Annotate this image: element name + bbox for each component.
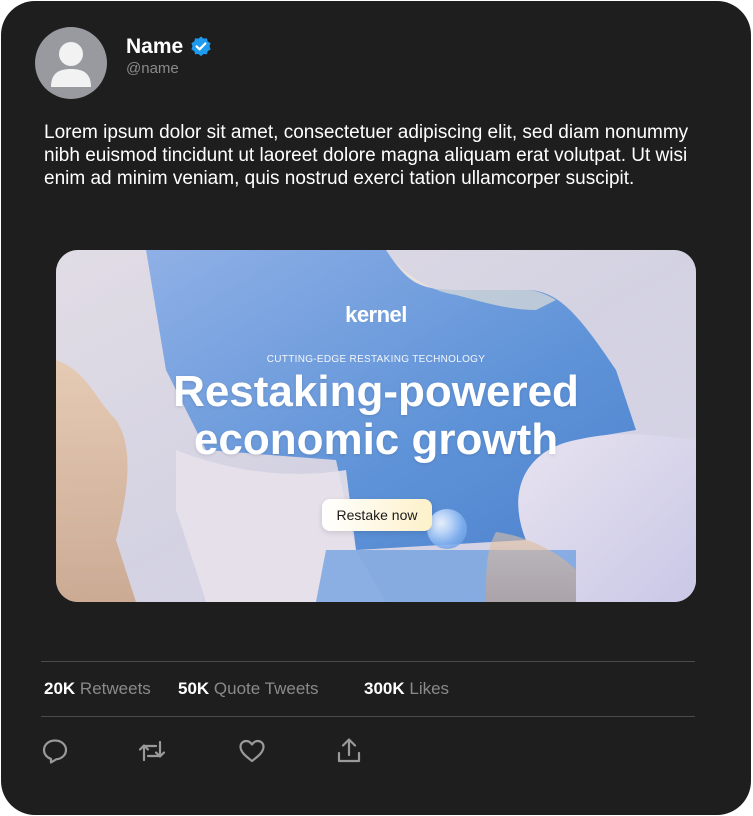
- quote-tweets-stat[interactable]: 50K Quote Tweets: [178, 679, 319, 699]
- share-icon: [337, 738, 361, 763]
- retweet-icon: [138, 740, 166, 762]
- likes-count: 300K: [364, 679, 405, 698]
- tweet-text: Lorem ipsum dolor sit amet, consectetuer…: [44, 122, 689, 189]
- like-button[interactable]: [237, 736, 267, 766]
- share-button[interactable]: [334, 736, 364, 766]
- avatar[interactable]: [35, 27, 107, 99]
- quote-tweets-count: 50K: [178, 679, 210, 698]
- reply-button[interactable]: [40, 736, 70, 766]
- tweet-media-ad[interactable]: kernel CUTTING-EDGE RESTAKING TECHNOLOGY…: [56, 250, 696, 602]
- ad-headline-line-2: economic growth: [193, 415, 559, 464]
- divider-bottom: [41, 716, 695, 717]
- user-silhouette-icon: [51, 42, 91, 87]
- author-name-row: Name: [126, 35, 213, 59]
- ad-headline-line-1: Restaking-powered: [173, 367, 579, 416]
- restake-now-button[interactable]: Restake now: [322, 499, 432, 531]
- kernel-logo: kernel: [345, 302, 407, 327]
- ad-kicker: CUTTING-EDGE RESTAKING TECHNOLOGY: [266, 354, 486, 365]
- quote-tweets-label: Quote Tweets: [213, 679, 319, 698]
- verified-badge-icon: [191, 36, 211, 57]
- retweets-stat[interactable]: 20K Retweets: [44, 679, 151, 699]
- author-handle[interactable]: @name: [126, 60, 179, 77]
- ad-headline: Restaking-powered economic growth: [56, 368, 696, 464]
- like-icon: [239, 739, 265, 763]
- author-name[interactable]: Name: [126, 35, 183, 59]
- likes-stat[interactable]: 300K Likes: [364, 679, 449, 699]
- tweet-card: Name @name Lorem ipsum dolor sit amet, c…: [1, 1, 751, 815]
- retweets-label: Retweets: [79, 679, 151, 698]
- retweets-count: 20K: [44, 679, 76, 698]
- retweet-button[interactable]: [137, 736, 167, 766]
- reply-icon: [42, 739, 68, 764]
- divider-top: [41, 661, 695, 662]
- likes-label: Likes: [409, 679, 450, 698]
- glass-orb: [427, 509, 467, 549]
